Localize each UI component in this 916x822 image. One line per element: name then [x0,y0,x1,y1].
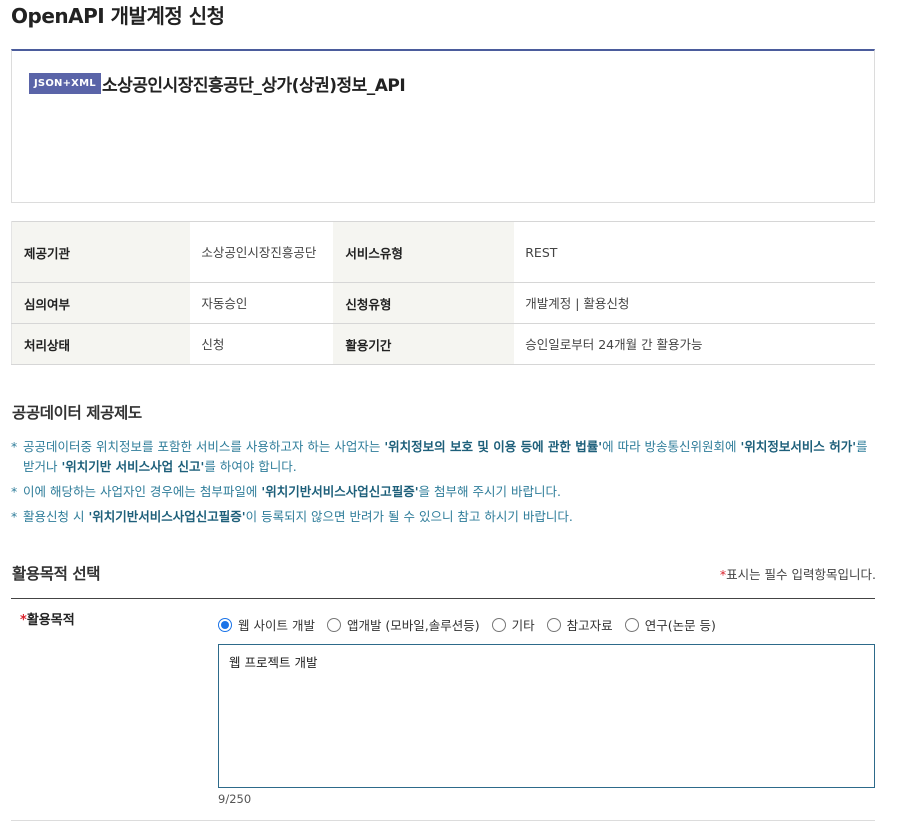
radio-selected-icon[interactable] [218,617,232,632]
radio-option-website[interactable]: 웹 사이트 개발 [218,615,315,634]
policy-section-title: 공공데이터 제공제도 [12,404,142,422]
api-summary-box: JSON+XML 소상공인시장진흥공단_상가(상권)정보_API [11,49,875,203]
info-value-provider: 소상공인시장진흥공단 [190,221,334,283]
purpose-radio-group: 웹 사이트 개발 앱개발 (모바일,솔루션등) 기타 참고자료 연구(논문 등) [218,615,728,634]
section-divider [11,598,875,599]
policy-notice-item: 공공데이터중 위치정보를 포함한 서비스를 사용하고자 하는 사업자는 '위치정… [11,437,877,477]
purpose-textarea[interactable]: 웹 프로젝트 개발 [218,644,875,788]
purpose-field-label: *활용목적 [20,613,75,628]
radio-empty-icon[interactable] [491,617,506,632]
info-label-status: 처리상태 [11,323,191,365]
table-row: 제공기관 소상공인시장진흥공단 서비스유형 REST [11,221,875,283]
radio-option-etc[interactable]: 기타 [491,615,535,634]
info-value-period: 승인일로부터 24개월 간 활용가능 [514,323,875,365]
info-value-status: 신청 [190,323,334,365]
table-row: 심의여부 자동승인 신청유형 개발계정 | 활용신청 [11,282,875,324]
char-counter: 9/250 [218,792,252,806]
info-label-review: 심의여부 [11,282,191,324]
radio-empty-icon[interactable] [624,617,639,632]
info-value-review: 자동승인 [190,282,334,324]
info-value-request-type: 개발계정 | 활용신청 [514,282,875,324]
policy-notice-item: 활용신청 시 '위치기반서비스사업신고필증'이 등록되지 않으면 반려가 될 수… [11,507,877,527]
page-title: OpenAPI 개발계정 신청 [11,4,225,28]
radio-empty-icon[interactable] [546,617,561,632]
required-star: * [20,613,27,628]
bottom-divider [11,820,875,821]
policy-notice-item: 이에 해당하는 사업자인 경우에는 첨부파일에 '위치기반서비스사업신고필증'을… [11,482,877,502]
info-label-provider: 제공기관 [11,221,191,283]
api-name: 소상공인시장진흥공단_상가(상권)정보_API [102,76,406,96]
api-info-table: 제공기관 소상공인시장진흥공단 서비스유형 REST 심의여부 자동승인 신청유… [11,221,875,365]
purpose-section-title: 활용목적 선택 [12,565,101,583]
required-note: *표시는 필수 입력항목입니다. [719,567,876,582]
radio-option-reference[interactable]: 참고자료 [546,615,613,634]
radio-empty-icon[interactable] [326,617,341,632]
info-label-request-type: 신청유형 [333,282,515,324]
info-label-period: 활용기간 [333,323,515,365]
radio-option-app[interactable]: 앱개발 (모바일,솔루션등) [326,615,480,634]
info-label-service-type: 서비스유형 [333,221,515,283]
table-row: 처리상태 신청 활용기간 승인일로부터 24개월 간 활용가능 [11,323,875,365]
format-badge: JSON+XML [29,73,101,94]
info-value-service-type: REST [514,221,875,283]
policy-notice-list: 공공데이터중 위치정보를 포함한 서비스를 사용하고자 하는 사업자는 '위치정… [11,437,877,532]
radio-option-research[interactable]: 연구(논문 등) [624,615,716,634]
